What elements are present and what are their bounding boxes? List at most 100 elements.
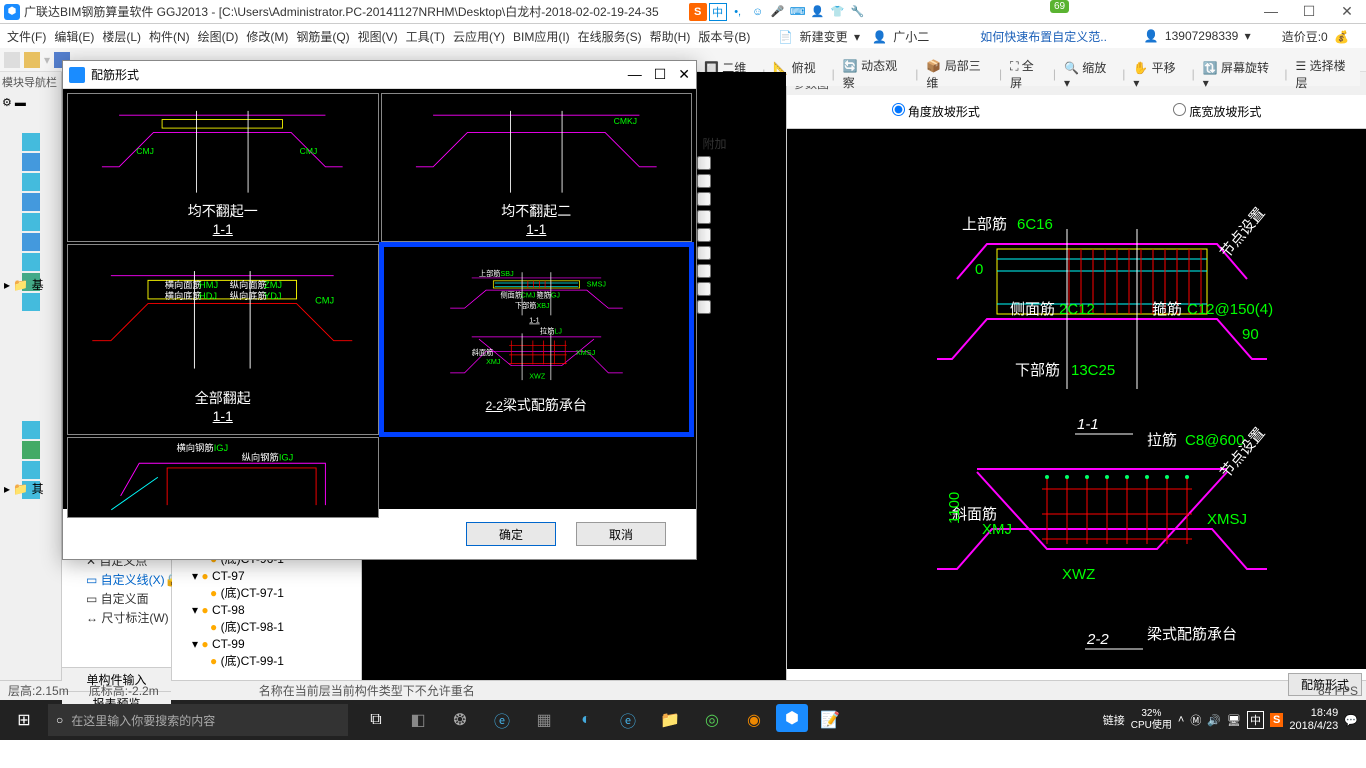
menu-modify[interactable]: 修改(M): [243, 26, 291, 47]
nav-icon-9[interactable]: [22, 293, 40, 311]
minimize-button[interactable]: —: [1256, 3, 1286, 20]
ime-smile-icon[interactable]: ☺: [749, 3, 767, 21]
menu-tool[interactable]: 工具(T): [403, 26, 448, 47]
ime-tool-icon[interactable]: 🔧: [849, 3, 867, 21]
ime-shirt-icon[interactable]: 👕: [829, 3, 847, 21]
attach-check-2[interactable]: [697, 174, 711, 188]
dialog-ok-button[interactable]: 确定: [466, 522, 556, 546]
tray-m-icon[interactable]: Ⓜ: [1190, 712, 1201, 728]
menu-draw[interactable]: 绘图(D): [195, 26, 242, 47]
tree-custom-line[interactable]: ▭ 自定义线(X)🔒: [62, 570, 171, 589]
ime-zhong-icon[interactable]: 中: [709, 3, 727, 21]
tb-rotate[interactable]: 🔃 屏幕旋转 ▾: [1203, 59, 1277, 90]
tree-ct98[interactable]: ▾ ● CT-98: [174, 602, 359, 619]
radio-angle[interactable]: 角度放坡形式: [892, 103, 980, 120]
tree-ct98-sub[interactable]: ● (底)CT-98-1: [174, 619, 359, 636]
nav-icon-11[interactable]: [22, 441, 40, 459]
menu-bim[interactable]: BIM应用(I): [510, 26, 573, 47]
nav-icon-1[interactable]: [22, 133, 40, 151]
menu-file[interactable]: 文件(F): [4, 26, 49, 47]
search-box[interactable]: ○ 在这里输入你要搜索的内容: [48, 704, 348, 736]
dialog-cell-1[interactable]: CMJCMJ 均不翻起一1-1: [67, 93, 379, 242]
nav-icon-3[interactable]: [22, 173, 40, 191]
phone-label[interactable]: 👤 13907298339 ▾: [1141, 27, 1254, 45]
taskbar-explorer-icon[interactable]: 📁: [650, 704, 690, 736]
tb-zoom[interactable]: 🔍 缩放 ▾: [1064, 59, 1114, 90]
nav-icon-2[interactable]: [22, 153, 40, 171]
menu-component[interactable]: 构件(N): [146, 26, 193, 47]
ime-bar[interactable]: S 中 •, ☺ 🎤 ⌨ 👤 👕 🔧: [689, 3, 867, 21]
dialog-maximize[interactable]: ☐: [654, 66, 667, 83]
attach-check-8[interactable]: [697, 282, 711, 296]
nav-icon-10[interactable]: [22, 421, 40, 439]
attach-check-5[interactable]: [697, 228, 711, 242]
dialog-cancel-button[interactable]: 取消: [576, 522, 666, 546]
tree-ct97[interactable]: ▾ ● CT-97: [174, 568, 359, 585]
dialog-cell-4[interactable]: 上部筋SBJ 侧面筋CMJ 箍筋GJ 下部筋XBJ SMSJ 1-1 拉筋LJ …: [381, 244, 693, 435]
ime-s-icon[interactable]: S: [689, 3, 707, 21]
tree-ct99[interactable]: ▾ ● CT-99: [174, 636, 359, 653]
tree-ct99-sub[interactable]: ● (底)CT-99-1: [174, 653, 359, 670]
help-link[interactable]: 如何快速布置自定义范..: [977, 26, 1110, 47]
menu-online[interactable]: 在线服务(S): [575, 26, 645, 47]
ime-user-icon[interactable]: 👤: [809, 3, 827, 21]
taskbar-app-5[interactable]: ◐: [566, 704, 606, 736]
tb-fullscreen[interactable]: ⛶ 全屏: [1010, 57, 1045, 91]
param-canvas[interactable]: 上部筋 6C16 侧面筋 2C12 箍筋 C12@150(4) 下部筋 13C2…: [787, 129, 1366, 669]
taskbar-app-8[interactable]: ◎: [692, 704, 732, 736]
taskbar-app-1[interactable]: ◧: [398, 704, 438, 736]
tray-monitor-icon[interactable]: 🖥: [1227, 714, 1241, 727]
dialog-minimize[interactable]: —: [628, 66, 642, 83]
attach-check-1[interactable]: [697, 156, 711, 170]
tb-select-floor[interactable]: ☰ 选择楼层: [1296, 57, 1356, 91]
taskbar-app-4[interactable]: ▦: [524, 704, 564, 736]
tray-up-icon[interactable]: ˄: [1178, 714, 1184, 726]
task-view-icon[interactable]: ⧉: [356, 704, 396, 736]
taskbar-app-9[interactable]: ◉: [734, 704, 774, 736]
folder-ji[interactable]: 基: [32, 278, 44, 292]
tb-dynamic[interactable]: 🔄 动态观察: [843, 57, 908, 91]
tree-custom-dim[interactable]: ↔ 尺寸标注(W): [62, 608, 171, 627]
attach-check-6[interactable]: [697, 246, 711, 260]
taskbar-ie-icon[interactable]: ⓔ: [608, 704, 648, 736]
tray-link[interactable]: 链接: [1103, 712, 1125, 728]
taskbar-app-2[interactable]: ❂: [440, 704, 480, 736]
tray-cpu[interactable]: 32%CPU使用: [1131, 708, 1172, 732]
dialog-cell-2[interactable]: CMKJ 均不翻起二1-1: [381, 93, 693, 242]
menu-rebar[interactable]: 钢筋量(Q): [293, 26, 352, 47]
nav-icon-4[interactable]: [22, 193, 40, 211]
dialog-close[interactable]: ✕: [678, 66, 690, 83]
taskbar-app-10[interactable]: ⬢: [776, 704, 808, 732]
tb-pan[interactable]: ✋ 平移 ▾: [1133, 59, 1183, 90]
menu-cloud[interactable]: 云应用(Y): [450, 26, 508, 47]
dialog-cell-3[interactable]: 横向面筋纵向面筋 HMJZMJ 横向底筋纵向底筋 HDJYDJ CMJ 全部翻起…: [67, 244, 379, 435]
tray-ime-zhong[interactable]: 中: [1247, 711, 1264, 729]
tray-ime-s[interactable]: S: [1270, 713, 1283, 727]
ime-keyboard-icon[interactable]: ⌨: [789, 3, 807, 21]
taskbar-edge-icon[interactable]: ⓔ: [482, 704, 522, 736]
menu-floor[interactable]: 楼层(L): [99, 26, 144, 47]
tree-ct97-sub[interactable]: ● (底)CT-97-1: [174, 585, 359, 602]
ime-mic-icon[interactable]: 🎤: [769, 3, 787, 21]
attach-check-3[interactable]: [697, 192, 711, 206]
nav-icon-5[interactable]: [22, 213, 40, 231]
maximize-button[interactable]: ☐: [1294, 3, 1324, 20]
user-label[interactable]: 👤 广小二: [869, 26, 935, 47]
nav-icon-6[interactable]: [22, 233, 40, 251]
tb-new-icon[interactable]: [4, 52, 20, 68]
dialog-cell-5[interactable]: 横向钢筋IGJ 纵向钢筋IGJ: [67, 437, 379, 517]
nav-icon-12[interactable]: [22, 461, 40, 479]
attach-check-4[interactable]: [697, 210, 711, 224]
folder-qi[interactable]: 其: [32, 482, 44, 496]
new-change-button[interactable]: 📄 新建变更 ▾: [775, 26, 863, 47]
menu-version[interactable]: 版本号(B): [695, 26, 753, 47]
radio-width[interactable]: 底宽放坡形式: [1173, 103, 1261, 120]
tree-custom-face[interactable]: ▭ 自定义面: [62, 589, 171, 608]
taskbar-app-11[interactable]: 📝: [810, 704, 850, 736]
ime-punct-icon[interactable]: •,: [729, 3, 747, 21]
menu-help[interactable]: 帮助(H): [647, 26, 694, 47]
close-button[interactable]: ✕: [1332, 3, 1362, 20]
tb-open-icon[interactable]: [24, 52, 40, 68]
tray-clock[interactable]: 18:492018/4/23: [1289, 707, 1338, 733]
menu-view[interactable]: 视图(V): [355, 26, 401, 47]
